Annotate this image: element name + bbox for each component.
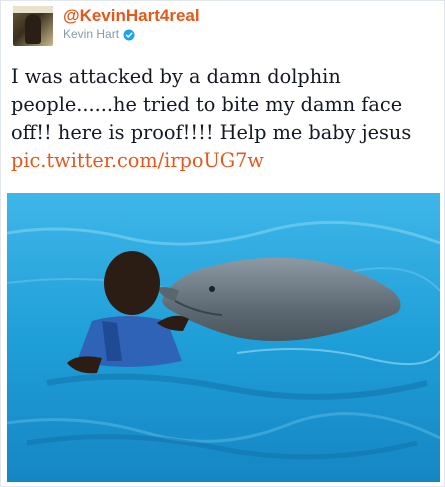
tweet-header: @KevinHart4real Kevin Hart bbox=[13, 6, 200, 50]
verified-badge-icon bbox=[123, 28, 135, 41]
tweet-text-line: I was attacked by a damn dolphin bbox=[11, 65, 341, 88]
photo-scene bbox=[7, 193, 440, 482]
tweet-text-line: people......he tried to bite my damn fac… bbox=[11, 93, 403, 116]
avatar-figure bbox=[25, 14, 41, 44]
author-handle[interactable]: @KevinHart4real bbox=[63, 6, 200, 26]
tweet-text-line: off!! here is proof!!!! Help me baby jes… bbox=[11, 121, 412, 144]
avatar-banner bbox=[13, 6, 53, 13]
tweet-media-link[interactable]: pic.twitter.com/irpoUG7w bbox=[11, 149, 264, 172]
tweet-text: I was attacked by a damn dolphin people.… bbox=[11, 63, 439, 175]
author-display-name[interactable]: Kevin Hart bbox=[63, 27, 119, 41]
tweet-card: @KevinHart4real Kevin Hart I was attacke… bbox=[0, 0, 445, 487]
author-display-row: Kevin Hart bbox=[63, 27, 200, 41]
avatar[interactable] bbox=[13, 6, 53, 46]
author-names: @KevinHart4real Kevin Hart bbox=[63, 6, 200, 41]
tweet-photo[interactable] bbox=[7, 193, 440, 482]
